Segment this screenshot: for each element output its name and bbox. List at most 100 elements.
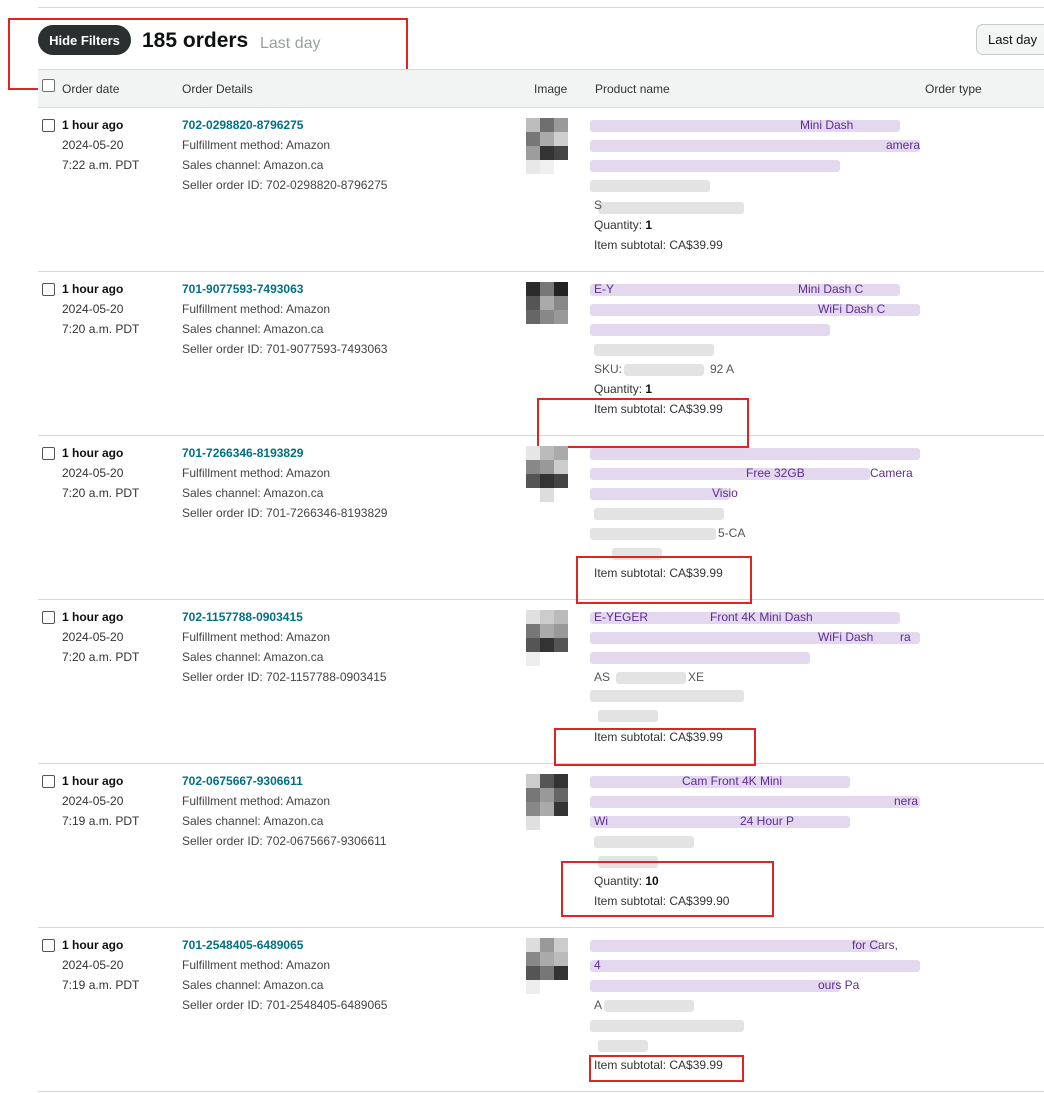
sku-fragment: SKU:: [594, 362, 623, 376]
relative-time: 1 hour ago: [62, 118, 124, 132]
table-row: 1 hour ago 2024-05-20 7:20 a.m. PDT 701-…: [38, 272, 1044, 436]
quantity: Quantity: 1: [594, 218, 653, 232]
period-select-button[interactable]: Last day: [976, 24, 1044, 55]
product-name-fragment: ra: [900, 630, 911, 644]
order-id-link[interactable]: 702-0298820-8796275: [182, 118, 303, 132]
order-time: 7:20 a.m. PDT: [62, 650, 140, 664]
product-image[interactable]: [526, 774, 576, 838]
item-subtotal: Item subtotal: CA$39.99: [594, 730, 723, 744]
product-name-blurred[interactable]: [590, 468, 870, 480]
product-name-blurred[interactable]: [590, 940, 880, 952]
product-name-fragment: WiFi Dash: [818, 630, 874, 644]
hide-filters-button[interactable]: Hide Filters: [38, 25, 131, 55]
order-date: 2024-05-20: [62, 630, 124, 644]
relative-time: 1 hour ago: [62, 774, 124, 788]
product-name-fragment: Camera: [870, 466, 913, 480]
product-name-fragment: Mini Dash: [800, 118, 854, 132]
product-name-blurred[interactable]: [590, 796, 920, 808]
product-name-blurred[interactable]: [590, 120, 900, 132]
item-subtotal: Item subtotal: CA$39.99: [594, 566, 723, 580]
row-checkbox[interactable]: [42, 447, 55, 460]
product-name-blurred[interactable]: [590, 816, 850, 828]
product-name-blurred[interactable]: [590, 448, 920, 460]
order-date: 2024-05-20: [62, 794, 124, 808]
fulfillment-method: Fulfillment method: Amazon: [182, 138, 331, 152]
order-id-link[interactable]: 701-7266346-8193829: [182, 446, 303, 460]
asin-blurred: [604, 1000, 694, 1012]
seller-order-id: Seller order ID: 702-0298820-8796275: [182, 178, 388, 192]
product-name-fragment: Wi: [594, 814, 608, 828]
product-name-blurred[interactable]: [590, 140, 920, 152]
order-id-link[interactable]: 702-1157788-0903415: [182, 610, 303, 624]
asin-blurred: [594, 344, 714, 356]
sales-channel: Sales channel: Amazon.ca: [182, 814, 324, 828]
product-name-fragment: nera: [894, 794, 919, 808]
product-image[interactable]: [526, 446, 576, 510]
sales-channel: Sales channel: Amazon.ca: [182, 978, 324, 992]
quantity-blurred: [598, 1040, 648, 1052]
order-id-link[interactable]: 701-9077593-7493063: [182, 282, 303, 296]
item-subtotal: Item subtotal: CA$399.90: [594, 894, 730, 908]
order-date: 2024-05-20: [62, 138, 124, 152]
quantity: Quantity: 10: [594, 874, 659, 888]
sales-channel: Sales channel: Amazon.ca: [182, 158, 324, 172]
order-time: 7:20 a.m. PDT: [62, 322, 140, 336]
order-time: 7:20 a.m. PDT: [62, 486, 140, 500]
product-name-blurred[interactable]: [590, 488, 730, 500]
product-name-blurred[interactable]: [590, 960, 920, 972]
column-order-type: Order type: [925, 82, 982, 96]
order-id-link[interactable]: 702-0675667-9306611: [182, 774, 303, 788]
sales-channel: Sales channel: Amazon.ca: [182, 486, 324, 500]
sku-fragment: 92 A: [710, 362, 735, 376]
row-checkbox[interactable]: [42, 283, 55, 296]
product-name-blurred[interactable]: [590, 324, 830, 336]
asin-fragment: A: [594, 998, 603, 1012]
relative-time: 1 hour ago: [62, 610, 124, 624]
product-name-fragment: WiFi Dash C: [818, 302, 886, 316]
row-checkbox[interactable]: [42, 119, 55, 132]
row-checkbox[interactable]: [42, 939, 55, 952]
select-all-checkbox[interactable]: [42, 79, 55, 92]
order-time: 7:19 a.m. PDT: [62, 978, 140, 992]
sku-blurred: [590, 1020, 744, 1032]
quantity-blurred: [612, 548, 662, 560]
item-subtotal: Item subtotal: CA$39.99: [594, 1058, 723, 1072]
product-image[interactable]: [526, 610, 576, 674]
product-name-blurred[interactable]: [590, 652, 810, 664]
fulfillment-method: Fulfillment method: Amazon: [182, 794, 331, 808]
sku-blurred: [598, 202, 744, 214]
product-name-fragment: for Cars,: [852, 938, 899, 952]
product-name-fragment: Visio: [712, 486, 738, 500]
product-name-fragment: Cam Front 4K Mini: [682, 774, 783, 788]
asin-fragment: AS: [594, 670, 611, 684]
period-label: Last day: [260, 35, 321, 52]
product-image[interactable]: [526, 938, 576, 1002]
table-row: 1 hour ago 2024-05-20 7:19 a.m. PDT 702-…: [38, 764, 1044, 928]
item-subtotal: Item subtotal: CA$39.99: [594, 402, 723, 416]
product-name-fragment: ours Pa: [818, 978, 860, 992]
order-id-link[interactable]: 701-2548405-6489065: [182, 938, 303, 952]
product-image[interactable]: [526, 118, 576, 182]
seller-order-id: Seller order ID: 701-7266346-8193829: [182, 506, 388, 520]
order-time: 7:19 a.m. PDT: [62, 814, 140, 828]
product-name-fragment: Front 4K Mini Dash: [710, 610, 813, 624]
product-name-blurred[interactable]: [590, 980, 840, 992]
row-checkbox[interactable]: [42, 775, 55, 788]
column-order-date[interactable]: Order date: [62, 82, 119, 96]
orders-count: 185 orders: [142, 29, 249, 52]
row-checkbox[interactable]: [42, 611, 55, 624]
product-image[interactable]: [526, 282, 576, 346]
asin-blurred: [616, 672, 686, 684]
sku-blurred: [590, 690, 744, 702]
sku-fragment: S: [594, 198, 603, 212]
fulfillment-method: Fulfillment method: Amazon: [182, 958, 331, 972]
column-image: Image: [534, 82, 568, 96]
seller-order-id: Seller order ID: 701-2548405-6489065: [182, 998, 388, 1012]
order-date: 2024-05-20: [62, 958, 124, 972]
product-name-blurred[interactable]: [590, 160, 840, 172]
sku-fragment: 5-CA: [718, 526, 746, 540]
order-date: 2024-05-20: [62, 466, 124, 480]
quantity: Quantity: 1: [594, 382, 653, 396]
product-name-fragment: E-YEGER: [594, 610, 649, 624]
relative-time: 1 hour ago: [62, 938, 124, 952]
